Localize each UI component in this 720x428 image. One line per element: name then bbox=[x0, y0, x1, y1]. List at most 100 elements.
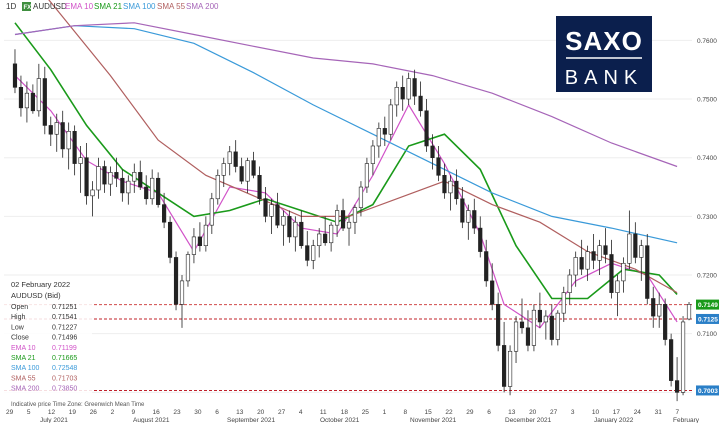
legend-sma200[interactable]: SMA 200 bbox=[186, 2, 219, 11]
candle-body bbox=[126, 180, 131, 194]
timeframe-label[interactable]: 1D bbox=[6, 2, 16, 11]
candle-body bbox=[358, 186, 364, 208]
info-row-label: Open bbox=[11, 304, 28, 311]
x-month-label: July 2021 bbox=[40, 417, 68, 423]
candle-body bbox=[150, 177, 155, 200]
candle-body bbox=[573, 257, 578, 276]
candle-body bbox=[275, 204, 280, 226]
candle-body bbox=[215, 175, 220, 200]
x-day-tick: 5 bbox=[27, 409, 31, 416]
price-chart[interactable]: 0.7600 0.7500 0.7400 0.7300 0.7200 0.7100 0.70… bbox=[0, 0, 720, 424]
price-label: 0.7149 bbox=[698, 302, 718, 309]
info-date: 02 February 2022 bbox=[11, 280, 70, 289]
candle-body bbox=[567, 274, 572, 293]
candle-body bbox=[669, 339, 674, 381]
info-row-value: 0.71251 bbox=[52, 304, 77, 311]
x-day-tick: 27 bbox=[278, 409, 286, 416]
candle-body bbox=[24, 92, 30, 109]
x-day-tick: 9 bbox=[132, 409, 136, 416]
info-row-label: Low bbox=[11, 324, 25, 331]
ma-line-ema10 bbox=[14, 75, 678, 329]
x-day-tick: 24 bbox=[634, 409, 642, 416]
candle-body bbox=[173, 257, 179, 305]
candle-body bbox=[364, 163, 370, 188]
candle-body bbox=[334, 210, 340, 226]
info-row-label: SMA 55 bbox=[11, 375, 36, 382]
candle-body bbox=[525, 327, 531, 346]
candle-body bbox=[114, 172, 119, 179]
candle-body bbox=[639, 245, 644, 258]
legend-ema10[interactable]: EMA 10 bbox=[65, 2, 94, 11]
x-day-tick: 26 bbox=[90, 409, 98, 416]
candle-body bbox=[454, 180, 459, 200]
info-row-label: High bbox=[11, 314, 26, 321]
candle-body bbox=[537, 309, 542, 323]
candle-body bbox=[621, 262, 626, 282]
candle-body bbox=[484, 251, 489, 282]
info-row-label: EMA 10 bbox=[11, 345, 36, 352]
x-day-tick: 6 bbox=[487, 409, 491, 416]
candle-body bbox=[299, 221, 304, 246]
x-day-tick: 8 bbox=[404, 409, 408, 416]
x-month-label: August 2021 bbox=[133, 417, 170, 423]
candle-body bbox=[466, 210, 471, 223]
x-day-tick: 29 bbox=[466, 409, 474, 416]
candle-body bbox=[323, 233, 328, 244]
candle-body bbox=[269, 204, 274, 217]
info-row-value: 0.71665 bbox=[52, 355, 77, 362]
candle-body bbox=[442, 175, 447, 194]
candle-body bbox=[36, 78, 41, 112]
candle-body bbox=[627, 233, 632, 264]
y-tick-label: 0.7500 bbox=[697, 97, 717, 104]
x-day-tick: 18 bbox=[341, 409, 349, 416]
chart-container: 0.7600 0.7500 0.7400 0.7300 0.7200 0.7100 0.70… bbox=[0, 0, 720, 424]
candle-body bbox=[191, 236, 197, 255]
x-day-tick: 17 bbox=[613, 409, 621, 416]
info-row-value: 0.71541 bbox=[52, 314, 77, 321]
candle-body bbox=[329, 224, 334, 244]
candle-body bbox=[263, 198, 268, 217]
candle-body bbox=[221, 163, 226, 176]
x-month-label: October 2021 bbox=[320, 417, 360, 423]
x-day-tick: 15 bbox=[424, 409, 432, 416]
legend-sma21[interactable]: SMA 21 bbox=[94, 2, 123, 11]
candle-body bbox=[239, 166, 244, 182]
candle-body bbox=[400, 87, 405, 100]
x-day-tick: 19 bbox=[69, 409, 77, 416]
price-label: 0.7125 bbox=[698, 316, 718, 323]
x-day-tick: 20 bbox=[529, 409, 537, 416]
x-day-tick: 22 bbox=[445, 409, 453, 416]
x-day-tick: 10 bbox=[592, 409, 600, 416]
candle-body bbox=[406, 78, 411, 100]
candle-body bbox=[144, 186, 149, 200]
candle-body bbox=[162, 204, 167, 223]
candle-body bbox=[317, 233, 322, 246]
saxo-bank-logo: SAXO BANK bbox=[556, 16, 652, 92]
candle-body bbox=[78, 157, 83, 164]
x-day-tick: 13 bbox=[236, 409, 244, 416]
candle-body bbox=[633, 233, 638, 258]
legend-sma100[interactable]: SMA 100 bbox=[123, 2, 156, 11]
x-day-tick: 25 bbox=[362, 409, 370, 416]
candle-body bbox=[591, 251, 596, 261]
x-day-tick: 4 bbox=[299, 409, 303, 416]
x-day-tick: 6 bbox=[215, 409, 219, 416]
symbol-label[interactable]: AUDUSD bbox=[33, 2, 67, 11]
legend-sma55[interactable]: SMA 55 bbox=[157, 2, 186, 11]
x-day-tick: 2 bbox=[111, 409, 115, 416]
x-day-tick: 16 bbox=[152, 409, 160, 416]
candle-body bbox=[478, 227, 483, 252]
candle-body bbox=[203, 224, 208, 246]
candle-body bbox=[663, 304, 668, 340]
x-month-label: November 2021 bbox=[410, 417, 457, 423]
candle-body bbox=[531, 309, 537, 346]
candle-body bbox=[138, 172, 143, 188]
x-day-tick: 27 bbox=[550, 409, 558, 416]
x-day-tick: 1 bbox=[383, 409, 387, 416]
candle-body bbox=[603, 245, 608, 255]
candle-body bbox=[293, 221, 298, 238]
x-month-label: September 2021 bbox=[227, 417, 275, 423]
candle-body bbox=[108, 172, 113, 185]
candle-body bbox=[555, 312, 560, 340]
candle-body bbox=[132, 172, 137, 182]
